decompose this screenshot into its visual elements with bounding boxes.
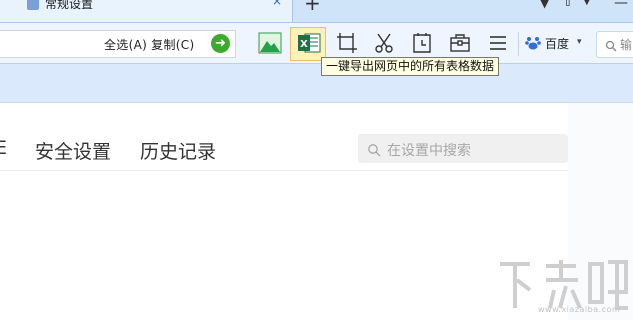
minimize-button[interactable]: — (614, 0, 628, 11)
toolbar-separator (518, 32, 519, 56)
settings-header-divider (0, 170, 568, 171)
new-tab-button[interactable]: + (304, 0, 321, 15)
settings-nav-security[interactable]: 安全设置 (35, 137, 111, 164)
settings-search-icon (367, 142, 381, 157)
tab-title: 常规设置 (45, 0, 94, 11)
history-icon[interactable] (409, 30, 435, 56)
settings-tab-icon (27, 0, 39, 10)
scissors-icon[interactable] (371, 30, 397, 56)
menu-icon[interactable] (485, 30, 511, 56)
tab-active[interactable] (0, 0, 293, 22)
share-icon[interactable]: ⇧ (562, 0, 574, 10)
search-engine-label[interactable]: 百度 (545, 35, 569, 52)
settings-nav-history[interactable]: 历史记录 (140, 137, 216, 164)
search-engine-caret-icon[interactable]: ▾ (577, 37, 582, 47)
address-text: 全选(A) 复制(C) (104, 38, 195, 52)
settings-search-placeholder: 在设置中搜索 (387, 143, 471, 159)
favorites-bar (0, 64, 633, 103)
share-caret-icon[interactable]: ▼ (583, 0, 591, 7)
go-button[interactable]: ➜ (211, 34, 230, 53)
menu-caret-icon[interactable]: ▼ (540, 0, 549, 10)
excel-export-tooltip: 一键导出网页中的所有表格数据 (321, 57, 500, 76)
toolbox-icon[interactable] (447, 30, 473, 56)
excel-export-icon[interactable]: X (296, 30, 322, 56)
svg-text:X: X (300, 39, 308, 50)
settings-nav-prev-item[interactable]: E (0, 137, 7, 159)
tab-close-icon[interactable]: × (272, 0, 282, 8)
search-placeholder: 输 (620, 38, 633, 52)
watermark-site: www.xiazaiba.com (538, 305, 621, 314)
baidu-paw-icon[interactable] (525, 35, 541, 51)
screenshot-icon[interactable] (334, 30, 360, 56)
search-icon (605, 37, 617, 52)
image-icon[interactable] (257, 30, 283, 56)
